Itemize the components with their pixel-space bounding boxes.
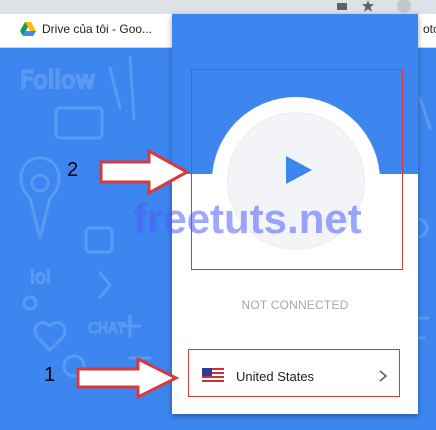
annotation-arrow-icon [99,149,191,195]
extension-icon[interactable] [336,0,348,12]
annotation-box-connect [191,69,403,270]
bookmark-partial[interactable]: oto [423,22,436,36]
svg-text:lol: lol [30,267,51,288]
browser-toolbar [0,0,436,14]
extension-active-icon[interactable] [396,0,412,14]
annotation-arrow-icon [76,357,180,399]
google-drive-icon [20,22,36,36]
star-icon[interactable] [362,0,374,12]
svg-text:CHAT: CHAT [88,321,126,337]
annotation-number-2: 2 [67,159,79,181]
svg-text:Follow: Follow [20,66,95,94]
connection-status: NOT CONNECTED [241,298,349,312]
bookmark-label: Drive của tôi - Goo... [42,22,153,36]
annotation-number-1: 1 [44,364,56,386]
annotation-box-location [188,349,400,397]
bookmark-drive[interactable]: Drive của tôi - Goo... [20,22,152,36]
